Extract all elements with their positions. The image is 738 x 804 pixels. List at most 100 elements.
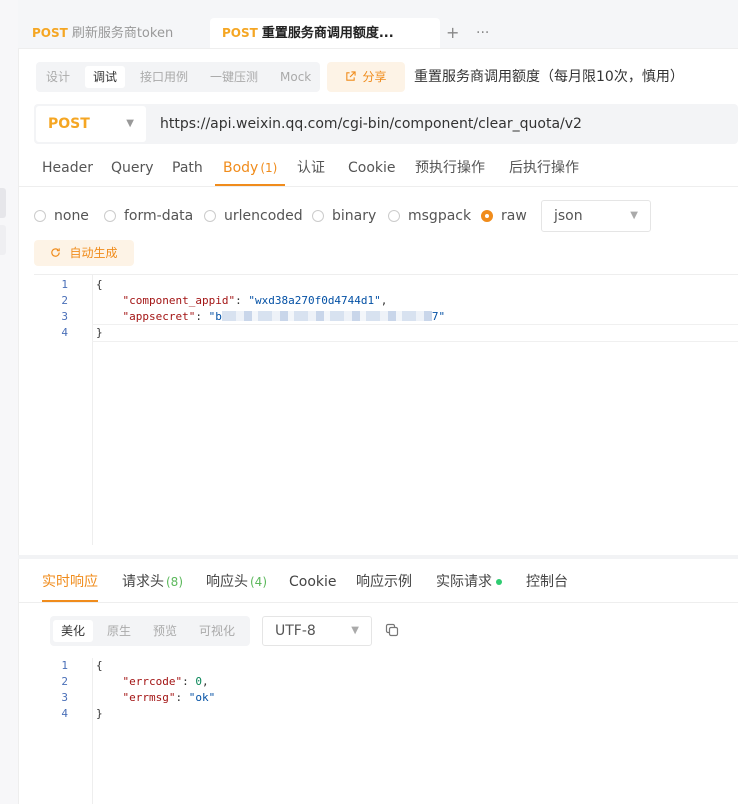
tab-query[interactable]: Query (111, 152, 154, 184)
share-label: 分享 (362, 70, 387, 84)
radio-label: msgpack (408, 208, 472, 224)
json-value-prefix: "b (208, 310, 222, 323)
url-input[interactable]: https://api.weixin.qq.com/cgi-bin/compon… (160, 104, 582, 144)
method-value: POST (48, 116, 90, 132)
response-body-viewer[interactable]: 1 2 3 4 { "errcode": 0, "errmsg": "ok" } (34, 658, 738, 804)
body-format-select[interactable]: json ▼ (541, 200, 651, 232)
mode-debug[interactable]: 调试 (85, 66, 126, 88)
view-visualize[interactable]: 可视化 (191, 620, 243, 642)
tab-pre-script[interactable]: 预执行操作 (415, 152, 485, 184)
tab-response-example[interactable]: 响应示例 (356, 564, 412, 600)
brace: } (96, 707, 103, 720)
code-line: { (96, 658, 103, 674)
tab-request-headers[interactable]: 请求头 (8) (122, 564, 183, 600)
json-value: "ok" (188, 691, 216, 704)
brace: } (96, 326, 103, 339)
radio-label: raw (501, 208, 527, 224)
json-value: "wxd38a270f0d4744d1" (248, 294, 381, 307)
request-title[interactable]: 重置服务商调用额度（每月限10次，慎用） (414, 62, 684, 92)
radio-raw[interactable]: raw (481, 206, 527, 226)
method-select[interactable]: POST ▼ (36, 106, 146, 142)
brace: { (96, 278, 103, 291)
radio-form-data[interactable]: form-data (104, 206, 193, 226)
radio-none[interactable]: none (34, 206, 89, 226)
tab-count: (8) (166, 575, 183, 589)
radio-label: urlencoded (224, 208, 303, 224)
encoding-value: UTF-8 (275, 623, 316, 639)
panel-handle[interactable] (0, 225, 6, 255)
add-tab-button[interactable]: + (446, 18, 459, 48)
line-number: 1 (61, 278, 68, 291)
radio-binary[interactable]: binary (312, 206, 376, 226)
panel-divider[interactable] (18, 555, 738, 559)
panel-handle[interactable] (0, 188, 6, 218)
url-bar: POST ▼ https://api.weixin.qq.com/cgi-bin… (34, 104, 738, 144)
radio-msgpack[interactable]: msgpack (388, 206, 471, 226)
request-body-editor[interactable]: 1 2 3 4 { "component_appid": "wxd38a270f… (34, 274, 738, 545)
view-preview[interactable]: 预览 (145, 620, 185, 642)
tab-body-label: Body (223, 160, 259, 176)
share-button[interactable]: 分享 (327, 62, 405, 92)
view-pretty[interactable]: 美化 (53, 620, 94, 642)
tab-header[interactable]: Header (42, 152, 93, 184)
auto-generate-button[interactable]: 自动生成 (34, 240, 134, 266)
tab-live-response[interactable]: 实时响应 (42, 564, 98, 602)
tab-label: 刷新服务商token (71, 26, 174, 41)
chevron-down-icon: ▼ (630, 210, 638, 221)
tab-refresh-token[interactable]: POST 刷新服务商token (20, 18, 185, 48)
mode-design[interactable]: 设计 (38, 66, 78, 88)
view-raw[interactable]: 原生 (99, 620, 139, 642)
code-line: "appsecret": "b 7" (122, 310, 446, 323)
line-number: 2 (61, 294, 68, 307)
tab-post-script[interactable]: 后执行操作 (509, 152, 579, 184)
tab-console[interactable]: 控制台 (526, 564, 568, 600)
mode-mock[interactable]: Mock (272, 66, 319, 88)
tab-reset-quota[interactable]: POST 重置服务商调用额度... (210, 18, 440, 48)
tab-method: POST (222, 26, 258, 40)
tab-count: (4) (250, 575, 267, 589)
request-tab-bar: POST 刷新服务商token POST 重置服务商调用额度... + ··· (18, 0, 738, 49)
auto-generate-label: 自动生成 (69, 246, 118, 260)
tab-response-headers[interactable]: 响应头 (4) (206, 564, 267, 600)
radio-label: form-data (124, 208, 194, 224)
code-line: "errcode": 0, (122, 675, 209, 688)
code-line: "errmsg": "ok" (122, 691, 216, 704)
radio-urlencoded[interactable]: urlencoded (204, 206, 303, 226)
tab-label: 响应头 (206, 574, 248, 590)
line-number: 3 (61, 691, 68, 704)
tab-label: 请求头 (122, 574, 164, 590)
view-mode-switcher: 美化 原生 预览 可视化 (50, 616, 250, 646)
radio-label: binary (332, 208, 377, 224)
chevron-down-icon: ▼ (351, 625, 359, 636)
line-number: 3 (61, 310, 68, 323)
more-tabs-button[interactable]: ··· (476, 18, 489, 48)
tab-method: POST (32, 26, 68, 40)
code-line: } (96, 325, 103, 341)
json-key: "component_appid" (122, 294, 236, 307)
tab-response-cookie[interactable]: Cookie (289, 564, 337, 600)
line-number: 4 (61, 707, 68, 720)
tab-auth[interactable]: 认证 (297, 152, 325, 184)
current-line-highlight (92, 324, 738, 342)
mode-test-case[interactable]: 接口用例 (132, 66, 196, 88)
radio-checked-icon (481, 210, 493, 222)
line-number: 2 (61, 675, 68, 688)
tab-cookie[interactable]: Cookie (348, 152, 396, 184)
share-icon (346, 71, 357, 81)
mode-stress-test[interactable]: 一键压测 (202, 66, 266, 88)
refresh-icon (51, 248, 61, 257)
radio-circle-icon (204, 210, 216, 222)
code-line: { (96, 277, 103, 293)
left-panel-edge (0, 0, 19, 804)
body-format-value: json (554, 208, 583, 224)
tab-path[interactable]: Path (172, 152, 203, 184)
encoding-select[interactable]: UTF-8 ▼ (262, 616, 372, 646)
tab-body[interactable]: Body (1) (215, 152, 286, 186)
line-number: 1 (61, 659, 68, 672)
radio-label: none (54, 208, 89, 224)
line-number: 4 (61, 326, 68, 339)
radio-circle-icon (388, 210, 400, 222)
tab-actual-request[interactable]: 实际请求 (436, 564, 502, 600)
json-key: "errmsg" (122, 691, 176, 704)
copy-icon[interactable] (384, 622, 400, 638)
